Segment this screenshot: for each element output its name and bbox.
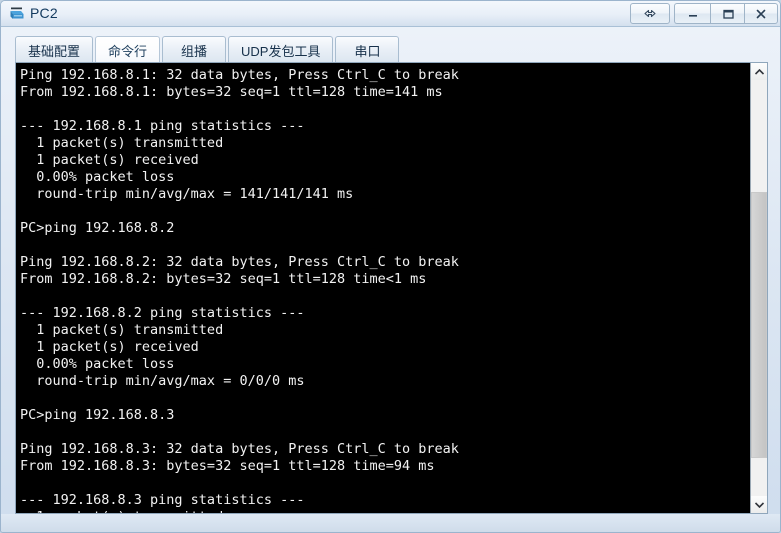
terminal-line: --- 192.168.8.3 ping statistics ---: [20, 492, 305, 508]
maximize-icon: [722, 9, 734, 19]
terminal-line: 0.00% packet loss: [20, 169, 175, 185]
title-bar: PC2: [1, 1, 780, 27]
terminal-line: round-trip min/avg/max = 141/141/141 ms: [20, 186, 354, 202]
terminal-line: From 192.168.8.1: bytes=32 seq=1 ttl=128…: [20, 84, 443, 100]
terminal-line: PC>ping 192.168.8.3: [20, 407, 175, 423]
terminal-line: 1 packet(s) transmitted: [20, 322, 224, 338]
tab-label: 串口: [354, 43, 381, 59]
terminal-line: From 192.168.8.3: bytes=32 seq=1 ttl=128…: [20, 458, 435, 474]
tab-basic-config[interactable]: 基础配置: [15, 36, 94, 63]
terminal-line: round-trip min/avg/max = 0/0/0 ms: [20, 373, 305, 389]
resize-button[interactable]: [630, 3, 670, 24]
terminal-output[interactable]: Ping 192.168.8.1: 32 data bytes, Press C…: [16, 63, 751, 513]
tab-udp-tool[interactable]: UDP发包工具: [228, 36, 334, 63]
tab-label: 基础配置: [28, 43, 81, 59]
terminal-line: 1 packet(s) received: [20, 152, 199, 168]
tab-multicast[interactable]: 组播: [162, 36, 227, 63]
tab-strip: 基础配置 命令行 组播 UDP发包工具 串口: [15, 35, 401, 63]
pc2-window: PC2 基础配置 命令行 组播 UDP发包工具 串口 Ping 192.168.…: [0, 0, 781, 533]
minimize-button[interactable]: [674, 3, 710, 24]
terminal-line: PC>ping 192.168.8.2: [20, 220, 175, 236]
window-title: PC2: [30, 5, 58, 21]
tab-serial-port[interactable]: 串口: [335, 36, 400, 63]
scroll-down-arrow-icon[interactable]: [751, 496, 767, 513]
resize-arrows-icon: [644, 9, 656, 18]
terminal-line: From 192.168.8.2: bytes=32 seq=1 ttl=128…: [20, 271, 427, 287]
terminal-line: --- 192.168.8.1 ping statistics ---: [20, 118, 305, 134]
terminal-line: 0.00% packet loss: [20, 356, 175, 372]
close-button[interactable]: [744, 3, 778, 24]
scrollbar-thumb[interactable]: [751, 192, 767, 458]
close-icon: [756, 9, 766, 18]
tab-label: 组播: [181, 43, 208, 59]
terminal-line: --- 192.168.8.2 ping statistics ---: [20, 305, 305, 321]
scroll-up-arrow-icon[interactable]: [751, 63, 767, 80]
terminal-line: Ping 192.168.8.3: 32 data bytes, Press C…: [20, 441, 459, 457]
terminal-lines: Ping 192.168.8.1: 32 data bytes, Press C…: [20, 67, 751, 513]
terminal-line: 1 packet(s) transmitted: [20, 135, 224, 151]
scrollbar-track[interactable]: [751, 80, 767, 496]
tab-label: UDP发包工具: [241, 43, 321, 59]
terminal-line: 1 packet(s) transmitted: [20, 509, 751, 513]
terminal-line: 1 packet(s) received: [20, 339, 199, 355]
terminal-line: Ping 192.168.8.2: 32 data bytes, Press C…: [20, 254, 459, 270]
maximize-button[interactable]: [710, 3, 744, 24]
terminal-line: Ping 192.168.8.1: 32 data bytes, Press C…: [20, 67, 459, 83]
tab-command-line[interactable]: 命令行: [95, 36, 161, 63]
minimize-icon: [688, 15, 697, 17]
window-bottom-strip: [1, 514, 780, 532]
tab-label: 命令行: [108, 43, 148, 59]
computer-icon: [8, 5, 26, 23]
terminal-frame: Ping 192.168.8.1: 32 data bytes, Press C…: [15, 62, 768, 514]
terminal-scrollbar[interactable]: [750, 63, 767, 513]
